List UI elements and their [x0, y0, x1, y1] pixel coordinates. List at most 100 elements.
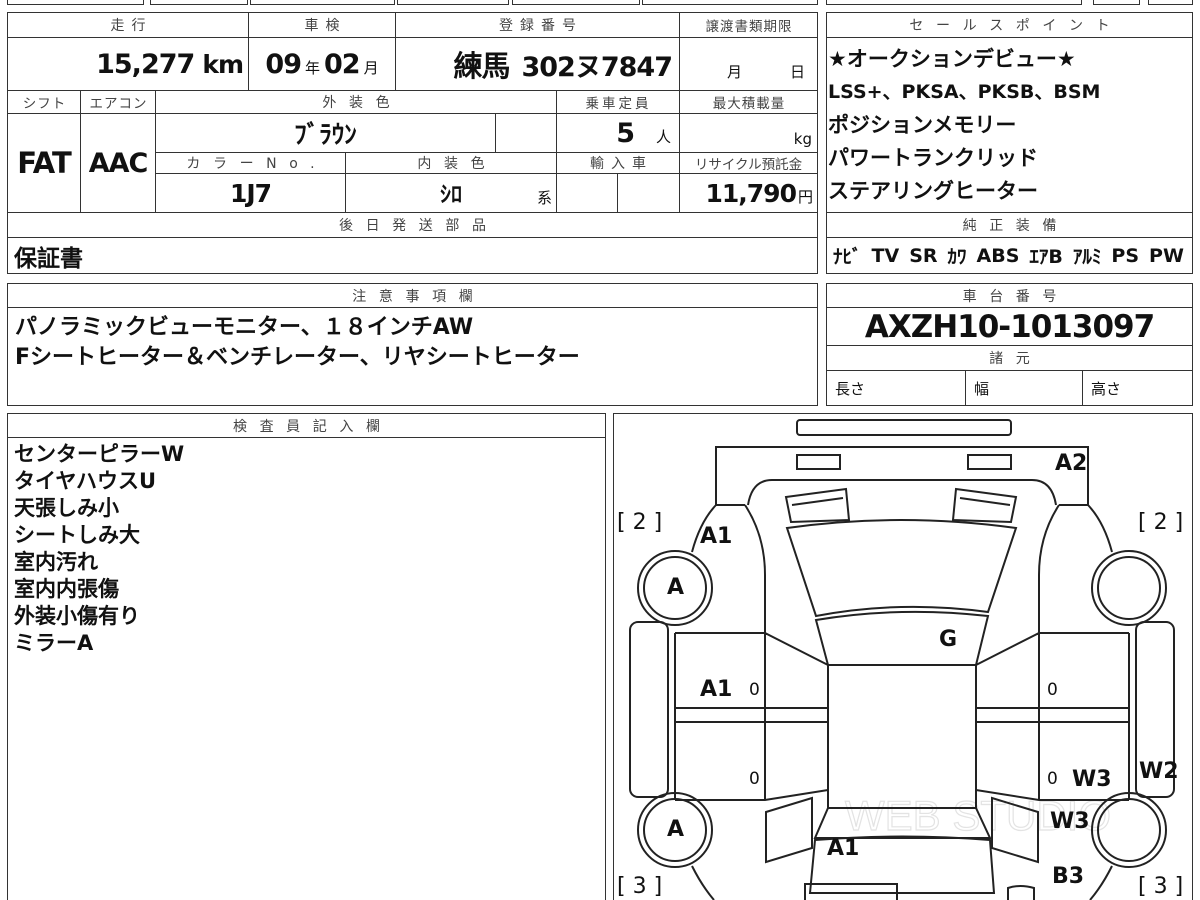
max-load-cell: kg — [679, 113, 818, 153]
capacity-cell: 5 人 — [556, 113, 680, 153]
right-b-pillar — [976, 707, 1129, 723]
interior-color-value: ｼﾛ — [439, 183, 462, 208]
front-right-wheel-arch — [1087, 504, 1113, 553]
top-cutoff-cell — [1148, 0, 1193, 5]
recycle-fee-cell: 11,790 円 — [679, 173, 818, 213]
inspection-label: 車検 — [248, 12, 396, 38]
left-rear-door — [675, 789, 829, 801]
mileage-value: 15,277 — [96, 48, 195, 80]
mark-rear-right-fender: W3 — [1050, 809, 1090, 834]
note-line: Fシートヒーター＆ベンチレーター、リヤシートヒーター — [15, 345, 580, 370]
fog-lamp-right — [967, 454, 1012, 470]
exterior-color-value: ﾌﾞﾗｳﾝ — [294, 120, 357, 149]
windshield — [814, 610, 990, 666]
notes-body: パノラミックビューモニター、１８インチAW Fシートヒーター＆ベンチレーター、リ… — [7, 307, 818, 406]
aircon-value: AAC — [88, 147, 149, 179]
notes-label: 注意事項欄 — [7, 283, 818, 308]
exterior-color-label: 外装色 — [155, 90, 557, 114]
import-cell-a — [556, 173, 618, 213]
sales-points-label: セールスポイント — [826, 12, 1193, 38]
mark-rear-left-wheel: A — [667, 817, 685, 842]
inspector-line: 外装小傷有り — [14, 604, 140, 628]
inspection-month-unit: 月 — [363, 58, 379, 77]
mark-right-side-panel: W2 — [1139, 759, 1179, 784]
capacity-unit: 人 — [655, 127, 671, 146]
mark-front-left-bracket: [ 2 ] — [617, 510, 663, 535]
capacity-value: 5 — [616, 117, 635, 149]
shift-label: シフト — [7, 90, 81, 114]
max-load-label: 最大積載量 — [679, 90, 818, 114]
mark-front-left-wheel: A — [667, 575, 685, 600]
inspection-cell: 09 年 02 月 — [248, 37, 396, 91]
inspector-line: シートしみ大 — [14, 523, 140, 547]
recycle-fee-value-group: 11,790 円 — [706, 179, 814, 208]
equipment-item: ｴｱB — [1029, 246, 1063, 268]
equipment-label: 純正装備 — [826, 212, 1193, 238]
mileage-unit: km — [202, 49, 244, 79]
front-right-wheel — [1091, 550, 1167, 626]
exterior-color-extra-cell — [495, 113, 557, 153]
spec-length-label: 長さ — [835, 379, 866, 398]
front-left-fender-line — [744, 504, 766, 633]
recycle-fee-label: リサイクル預託金 — [679, 152, 818, 174]
interior-color-cell: ｼﾛ 系 — [345, 173, 557, 213]
spec-height-cell: 高さ — [1082, 370, 1193, 406]
mark-front-right-bracket: [ 2 ] — [1138, 510, 1184, 535]
shift-cell: FAT — [7, 113, 81, 213]
front-top-panel — [796, 419, 1012, 436]
left-rear-quarter — [765, 796, 813, 864]
mark-rear-right-door-count: 0 — [1047, 769, 1058, 789]
chassis-cell: AXZH10-1013097 — [826, 307, 1193, 346]
top-cutoff-cell — [7, 0, 144, 5]
inspector-label: 検査員記入欄 — [7, 413, 606, 438]
top-cutoff-cell — [150, 0, 248, 5]
inspector-line: ミラーA — [14, 631, 94, 655]
aircon-cell: AAC — [80, 113, 156, 213]
registration-cell: 練馬 302ヌ7847 — [395, 37, 680, 91]
recycle-fee-value: 11,790 — [705, 178, 797, 208]
equipment-item: SR — [909, 244, 938, 267]
aircon-label: エアコン — [80, 90, 156, 114]
transfer-deadline-cell: 月 日 — [679, 37, 818, 91]
registration-number: 302ヌ7847 — [521, 52, 673, 83]
mark-front-left-fender: A1 — [700, 524, 733, 549]
transfer-deadline-label: 譲渡書類期限 — [679, 12, 818, 38]
left-side-sill — [629, 621, 669, 798]
top-cutoff-cell — [250, 0, 395, 5]
mark-trunk: A1 — [827, 836, 860, 861]
hood — [785, 519, 1018, 618]
sales-point-line: LSS+、PKSA、PKSB、BSM — [828, 81, 1101, 103]
inspection-month: 02 — [324, 48, 361, 80]
capacity-label: 乗車定員 — [556, 90, 680, 114]
mark-front-bumper: A2 — [1055, 451, 1088, 476]
equipment-item: ABS — [976, 244, 1020, 267]
mark-front-left-door-count: 0 — [749, 680, 760, 700]
sales-point-line: ★オークションデビュー★ — [828, 47, 1076, 71]
front-right-fender-line — [1038, 504, 1060, 633]
roof — [827, 664, 977, 809]
top-cutoff-cell — [642, 0, 818, 5]
shift-value: FAT — [17, 146, 71, 180]
mark-front-right-door-count: 0 — [1047, 680, 1058, 700]
later-parts-value: 保証書 — [14, 245, 83, 272]
max-load-unit: kg — [793, 130, 812, 148]
top-cutoff-cell — [1093, 0, 1140, 5]
top-cutoff-cell — [512, 0, 640, 5]
later-parts-label: 後日発送部品 — [7, 212, 818, 238]
equipment-item: PW — [1149, 244, 1184, 267]
headlight-left-detail — [791, 497, 844, 506]
sales-point-line: パワートランクリッド — [828, 146, 1038, 170]
spec-length-cell: 長さ — [826, 370, 966, 406]
top-cutoff-cell — [397, 0, 509, 5]
color-no-label: カラーNo. — [155, 152, 346, 174]
import-cell-b — [617, 173, 680, 213]
top-cutoff-cell — [826, 0, 1082, 5]
inspector-line: センターピラーW — [14, 442, 185, 466]
equipment-item: PS — [1111, 244, 1140, 267]
front-bumper-inner-line — [747, 479, 1057, 506]
interior-color-suffix: 系 — [536, 189, 552, 207]
front-bumper — [715, 446, 1089, 506]
transfer-deadline-month-unit: 月 — [726, 63, 742, 81]
inspector-body: センターピラーW タイヤハウスU 天張しみ小 シートしみ大 室内汚れ 室内内張傷… — [7, 437, 606, 900]
inspector-line: 天張しみ小 — [14, 496, 119, 520]
